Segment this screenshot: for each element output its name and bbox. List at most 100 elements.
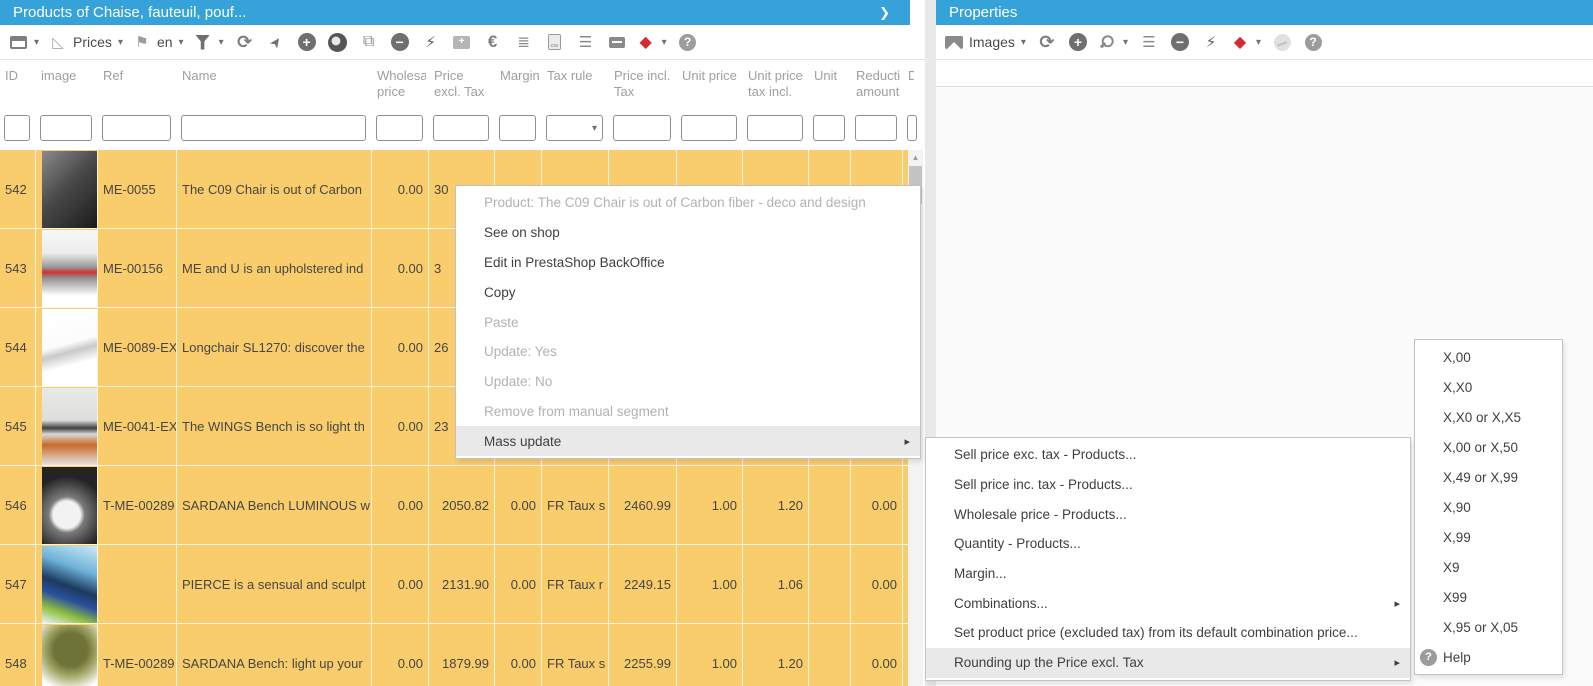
menu-item[interactable]: Margin... (926, 559, 1410, 589)
chevron-down-icon[interactable]: ▾ (662, 37, 667, 48)
cell-image[interactable] (36, 466, 98, 545)
add-button[interactable]: + (295, 29, 319, 55)
filter-reduction[interactable] (855, 115, 897, 141)
filter-price_excl[interactable] (433, 115, 489, 141)
cell-margin[interactable]: 0.00 (495, 545, 542, 624)
cell-id[interactable]: 543 (0, 229, 36, 308)
cell-price_incl[interactable]: 2249.15 (609, 545, 677, 624)
chevron-down-icon[interactable]: ▾ (1021, 37, 1026, 48)
cell-reduction[interactable]: 0.00 (851, 466, 903, 545)
remove-button[interactable]: − (1168, 29, 1192, 55)
remove-button[interactable]: − (388, 29, 412, 55)
cell-unit_price_tax[interactable]: 1.20 (743, 466, 809, 545)
chevron-down-icon[interactable]: ▾ (1123, 37, 1128, 48)
export-csv-button[interactable]: csv (543, 29, 567, 55)
window-button[interactable]: ▾ (8, 29, 41, 55)
column-header-id[interactable]: ID (5, 68, 33, 84)
cell-tax_rule[interactable]: FR Taux s (542, 466, 609, 545)
cell-image[interactable] (36, 545, 98, 624)
filter-unit_price_tax[interactable] (747, 115, 803, 141)
add-button[interactable]: + (1066, 29, 1090, 55)
help-button[interactable]: ? (1301, 29, 1325, 55)
actions-lightning-button[interactable]: ⚡ (419, 29, 443, 55)
menu-item[interactable]: Edit in PrestaShop BackOffice (456, 248, 920, 278)
cell-wholesale[interactable]: 0.00 (372, 308, 429, 387)
menu-item[interactable]: X9 (1415, 552, 1562, 582)
menu-item[interactable]: Sell price exc. tax - Products... (926, 440, 1410, 470)
cell-name[interactable]: ME and U is an upholstered ind (177, 229, 372, 308)
premium-gem-button[interactable]: ◆▾ (636, 29, 669, 55)
numbered-list-button[interactable]: ☰ (574, 29, 598, 55)
cell-ref[interactable]: ME-0055 (98, 150, 177, 229)
cell-price_excl[interactable]: 2131.90 (429, 545, 495, 624)
column-header-unit[interactable]: Unit (814, 68, 848, 84)
copy-pages-button[interactable]: ⧉ (357, 29, 381, 55)
menu-item[interactable]: X,00 or X,50 (1415, 432, 1562, 462)
cell-unit_price[interactable]: 1.00 (677, 466, 743, 545)
filter-wholesale[interactable] (376, 115, 423, 141)
menu-item[interactable]: See on shop (456, 218, 920, 248)
chevron-down-icon[interactable]: ▾ (34, 37, 39, 48)
cell-unit[interactable] (809, 466, 851, 545)
cell-id[interactable]: 546 (0, 466, 36, 545)
menu-item[interactable]: X,90 (1415, 492, 1562, 522)
help-button[interactable]: ? (676, 29, 700, 55)
cell-ref[interactable]: ME-0041-EX (98, 387, 177, 466)
filter-ref[interactable] (102, 115, 171, 141)
column-header-price_excl[interactable]: Price excl. Tax (434, 68, 492, 100)
filter-unit_price[interactable] (681, 115, 737, 141)
filter-name[interactable] (181, 115, 366, 141)
menu-item[interactable]: Wholesale price - Products... (926, 499, 1410, 529)
menu-item[interactable]: ?Help (1415, 642, 1562, 672)
chevron-down-icon[interactable]: ▾ (1256, 37, 1261, 48)
cell-price_excl[interactable]: 2050.82 (429, 466, 495, 545)
cell-name[interactable]: SARDANA Bench LUMINOUS w (177, 466, 372, 545)
cell-id[interactable]: 545 (0, 387, 36, 466)
cell-unit_price[interactable]: 1.00 (677, 624, 743, 686)
column-header-wholesale[interactable]: Wholesale price (377, 68, 426, 100)
cell-image[interactable] (36, 387, 98, 466)
chevron-down-icon[interactable]: ▾ (118, 37, 123, 48)
prestashop-button[interactable] (326, 29, 350, 55)
menu-item[interactable]: Combinations...▸ (926, 588, 1410, 618)
refresh-button[interactable]: ⟳ (1035, 29, 1059, 55)
menu-item[interactable]: X,49 or X,99 (1415, 462, 1562, 492)
cell-id[interactable]: 544 (0, 308, 36, 387)
cell-wholesale[interactable]: 0.00 (372, 387, 429, 466)
column-header-unit_price_tax[interactable]: Unit price tax incl. (748, 68, 806, 100)
cell-image[interactable] (36, 229, 98, 308)
menu-item[interactable]: Copy (456, 277, 920, 307)
chevron-down-icon[interactable]: ▾ (179, 37, 184, 48)
filter-d[interactable] (907, 115, 917, 141)
cell-wholesale[interactable]: 0.00 (372, 466, 429, 545)
collapse-chevron-icon[interactable]: ❯ (879, 0, 890, 25)
column-header-image[interactable]: image (41, 68, 95, 84)
cell-tax_rule[interactable]: FR Taux s (542, 624, 609, 686)
cell-ref[interactable]: T-ME-00289 (98, 624, 177, 686)
add-image-button[interactable]: + (450, 29, 474, 55)
cell-unit_price[interactable]: 1.00 (677, 545, 743, 624)
print-button[interactable] (605, 29, 629, 55)
cell-tax_rule[interactable]: FR Taux r (542, 545, 609, 624)
cell-name[interactable]: SARDANA Bench: light up your (177, 624, 372, 686)
menu-item[interactable]: Rounding up the Price excl. Tax▸ (926, 648, 1410, 678)
column-header-name[interactable]: Name (182, 68, 369, 84)
images-view-button[interactable]: Images▾ (944, 29, 1028, 55)
column-header-tax_rule[interactable]: Tax rule (547, 68, 606, 84)
chevron-down-icon[interactable]: ▾ (219, 37, 224, 48)
filter-price_incl[interactable] (613, 115, 671, 141)
cell-image[interactable] (36, 624, 98, 686)
pointer-button[interactable]: ➤ (264, 29, 288, 55)
cell-ref[interactable]: T-ME-00289 (98, 466, 177, 545)
cell-unit_price_tax[interactable]: 1.06 (743, 545, 809, 624)
column-header-d[interactable]: D (908, 68, 914, 84)
cell-id[interactable]: 542 (0, 150, 36, 229)
premium-gem-button[interactable]: ◆▾ (1230, 29, 1263, 55)
cell-reduction[interactable]: 0.00 (851, 624, 903, 686)
numbered-list-button[interactable]: ☰ (1137, 29, 1161, 55)
prices-view-button[interactable]: ◺Prices▾ (48, 29, 125, 55)
cell-ref[interactable]: ME-00156 (98, 229, 177, 308)
cell-name[interactable]: Longchair SL1270: discover the (177, 308, 372, 387)
menu-item[interactable]: X,00 (1415, 342, 1562, 372)
cell-price_excl[interactable]: 1879.99 (429, 624, 495, 686)
